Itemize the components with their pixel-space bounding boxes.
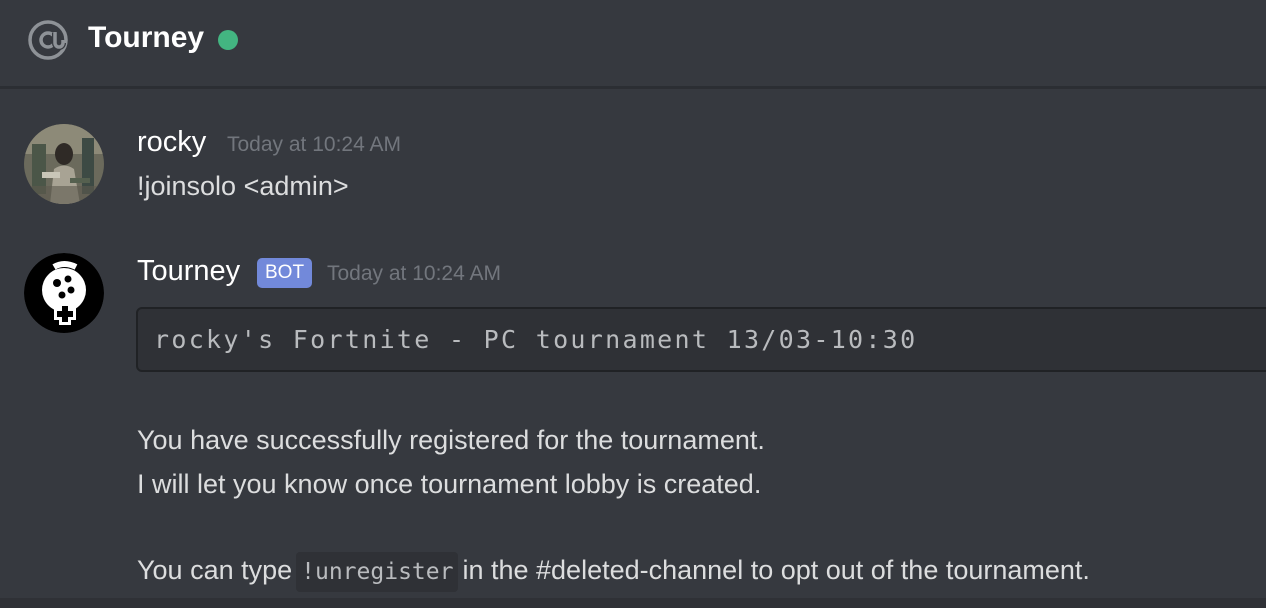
channel-title[interactable]: Tourney — [88, 19, 204, 57]
user-photo-icon — [24, 124, 104, 204]
message-text: !joinsolo <admin> — [137, 171, 349, 201]
online-status-dot — [218, 30, 238, 50]
channel-header: Tourney — [0, 0, 1266, 88]
message-text-line: You have successfully registered for the… — [137, 425, 765, 455]
username[interactable]: rocky — [137, 124, 206, 160]
message-input-edge — [0, 598, 1266, 608]
bot-badge: BOT — [257, 258, 313, 288]
bot-avatar[interactable] — [24, 253, 104, 333]
bot-username[interactable]: Tourney — [137, 253, 240, 289]
chat-window: Tourney rocky Today at 10:24 AM !joinsol… — [0, 0, 1266, 608]
inline-code: !unregister — [296, 552, 459, 592]
text-segment: You can type — [137, 555, 293, 586]
avatar[interactable] — [24, 124, 104, 204]
message-text-line: I will let you know once tournament lobb… — [137, 469, 762, 499]
tourney-logo-icon — [24, 253, 104, 333]
text-segment: in the #deleted-channel to opt out of th… — [462, 555, 1090, 586]
message-text-line: You can type !unregister in the #deleted-c… — [137, 552, 1090, 592]
code-block-text: rocky's Fortnite - PC tournament 13/03-1… — [154, 325, 918, 354]
timestamp: Today at 10:24 AM — [227, 133, 401, 156]
timestamp: Today at 10:24 AM — [327, 262, 501, 285]
at-icon — [28, 20, 68, 60]
code-block: rocky's Fortnite - PC tournament 13/03-1… — [136, 307, 1266, 372]
